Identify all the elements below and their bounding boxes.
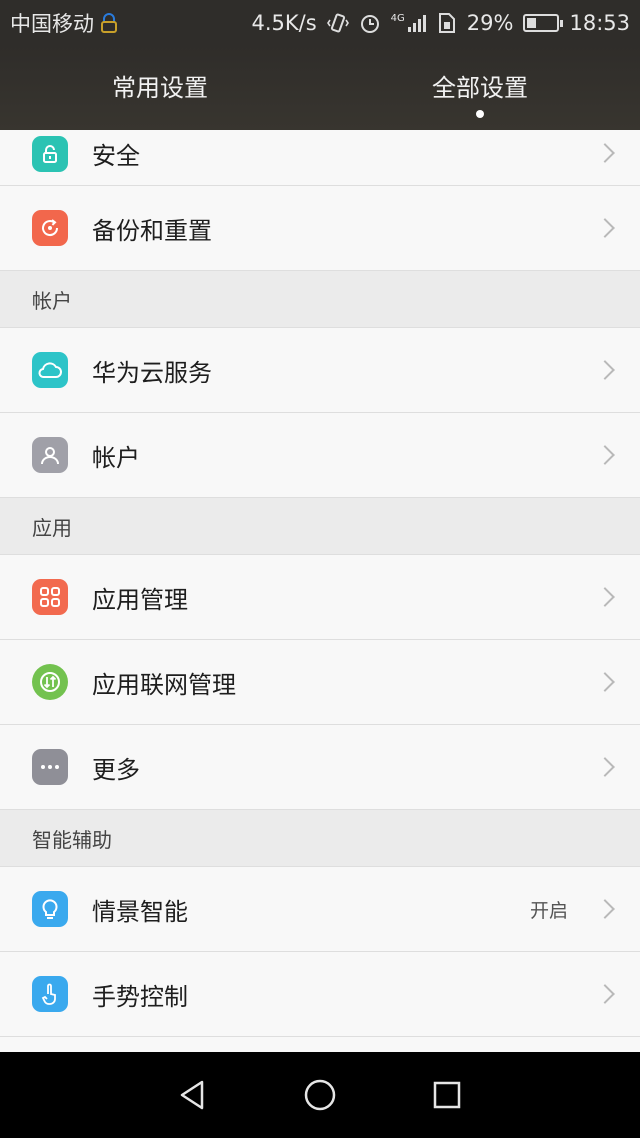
section-header-apps: 应用 (0, 498, 640, 555)
chevron-right-icon (595, 757, 615, 777)
section-header-smart-assist: 智能辅助 (0, 810, 640, 867)
home-circle-icon (304, 1079, 336, 1111)
person-icon (32, 437, 68, 473)
back-triangle-icon (181, 1080, 204, 1110)
chevron-right-icon (595, 218, 615, 238)
list-item-account[interactable]: 帐户 (0, 413, 640, 498)
list-item-app-network[interactable]: 应用联网管理 (0, 640, 640, 725)
battery-percent: 29% (466, 11, 514, 35)
grid-icon (32, 579, 68, 615)
list-item-backup-reset[interactable]: 备份和重置 (0, 186, 640, 271)
list-item-huawei-cloud[interactable]: 华为云服务 (0, 328, 640, 413)
vibrate-icon (326, 13, 349, 33)
lock-icon (32, 135, 68, 172)
chevron-right-icon (595, 672, 615, 692)
data-transfer-icon (32, 664, 68, 700)
bulb-icon (32, 891, 68, 927)
status-bar: 中国移动 4.5K/s 4G 29% 18:53 (0, 0, 640, 46)
tab-all-settings[interactable]: 全部设置 (320, 46, 640, 130)
cloud-icon (32, 352, 68, 388)
network-type: 4G (390, 13, 405, 24)
list-item-security[interactable]: 安全 (0, 130, 640, 186)
back-button[interactable] (173, 1075, 213, 1115)
chevron-right-icon (595, 142, 615, 163)
chevron-right-icon (595, 984, 615, 1004)
alarm-icon (360, 15, 379, 33)
navigation-bar (0, 1052, 640, 1138)
hand-icon (32, 976, 68, 1012)
settings-tabs: 常用设置 全部设置 (0, 46, 640, 130)
active-tab-indicator (476, 110, 484, 118)
list-item-label: 安全 (92, 142, 140, 170)
list-item-label: 应用联网管理 (92, 670, 236, 699)
recents-square-icon (433, 1081, 460, 1109)
list-item-partial[interactable] (0, 1037, 640, 1052)
signal-icon (407, 15, 426, 32)
home-button[interactable] (300, 1075, 340, 1115)
list-item-scene-intelligence[interactable]: 情景智能 开启 (0, 867, 640, 952)
chevron-right-icon (595, 445, 615, 465)
tab-label: 全部设置 (432, 73, 528, 102)
list-item-label: 华为云服务 (92, 358, 212, 387)
section-header-account: 帐户 (0, 271, 640, 328)
list-item-label: 应用管理 (92, 585, 188, 614)
list-item-label: 备份和重置 (92, 216, 212, 245)
network-speed: 4.5K/s (251, 11, 317, 35)
list-item-label: 更多 (92, 755, 140, 784)
list-item-label: 手势控制 (92, 982, 188, 1011)
sim-icon (438, 13, 455, 33)
status-value: 开启 (529, 899, 568, 922)
list-item-gesture-control[interactable]: 手势控制 (0, 952, 640, 1037)
settings-list[interactable]: 安全 备份和重置 帐户 华为云服务 帐户 应用 应用管理 应用联网管理 更多 智… (0, 130, 640, 1052)
tab-common-settings[interactable]: 常用设置 (0, 46, 320, 130)
vpn-lock-icon (101, 13, 117, 33)
recents-button[interactable] (427, 1075, 467, 1115)
battery-icon (523, 14, 564, 32)
more-icon (32, 749, 68, 785)
chevron-right-icon (595, 360, 615, 380)
list-item-label: 帐户 (92, 443, 140, 472)
list-item-more[interactable]: 更多 (0, 725, 640, 810)
carrier-name: 中国移动 (10, 12, 94, 36)
backup-icon (32, 210, 68, 246)
list-item-label: 情景智能 (92, 897, 188, 926)
chevron-right-icon (595, 899, 615, 919)
chevron-right-icon (595, 587, 615, 607)
list-item-app-management[interactable]: 应用管理 (0, 555, 640, 640)
clock: 18:53 (569, 11, 630, 35)
tab-label: 常用设置 (112, 73, 208, 102)
